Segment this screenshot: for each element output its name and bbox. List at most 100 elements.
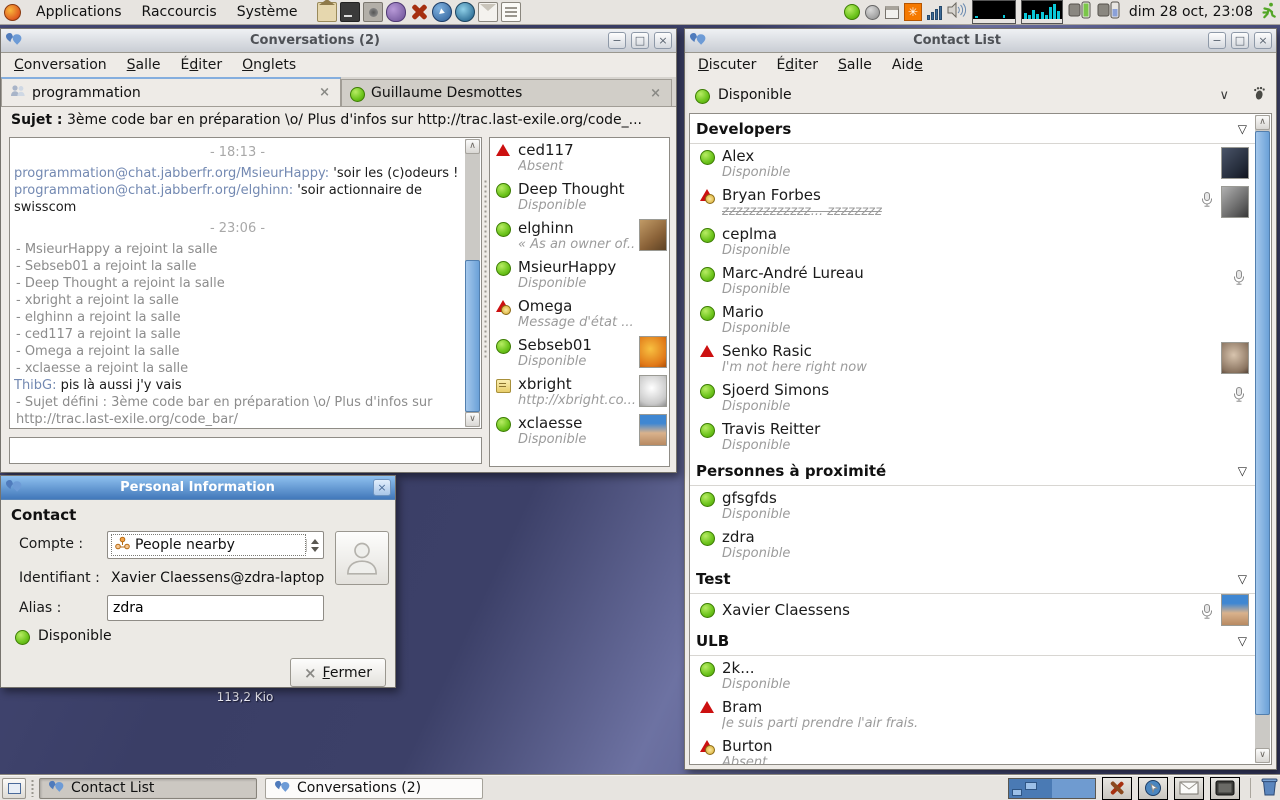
contact-row-omega[interactable]: OmegaMessage d'état ... [490, 294, 669, 333]
contact-row-alex[interactable]: AlexDisponible [690, 144, 1255, 183]
menu-onglets[interactable]: Onglets [233, 55, 305, 75]
taskbar-item-conversations-2[interactable]: Conversations (2) [265, 778, 483, 799]
notes-icon[interactable] [501, 2, 521, 22]
starburst-tray-icon[interactable]: ✳ [904, 3, 922, 21]
group-header-personnes-proximit[interactable]: Personnes à proximité▽ [690, 456, 1255, 486]
globe-icon[interactable] [455, 2, 475, 22]
scroll-down-icon[interactable]: ∨ [1255, 748, 1270, 763]
terminal-icon[interactable] [340, 2, 360, 22]
browser-tray-icon[interactable] [1138, 777, 1168, 800]
contact-row-gfsgfds[interactable]: gfsgfdsDisponible [690, 486, 1255, 525]
network-monitor-icon[interactable] [1021, 0, 1063, 24]
ubuntu-menu-icon[interactable] [4, 4, 21, 21]
scrollbar-thumb[interactable] [1255, 131, 1270, 715]
maximize-button[interactable]: □ [1231, 32, 1249, 49]
taskbar-item-contact-list[interactable]: Contact List [39, 778, 257, 799]
window-tray-icon[interactable] [885, 6, 899, 19]
workspace-2[interactable] [1052, 779, 1095, 798]
minimize-button[interactable]: − [608, 32, 626, 49]
group-header-test[interactable]: Test▽ [690, 564, 1255, 594]
browser-icon[interactable] [432, 2, 452, 22]
panel-menu-applications[interactable]: Applications [29, 2, 129, 22]
contact-row-senko-rasic[interactable]: Senko RasicI'm not here right now [690, 339, 1255, 378]
contact-row-travis-reitter[interactable]: Travis ReitterDisponible [690, 417, 1255, 456]
logout-runner-icon[interactable] [1261, 2, 1276, 23]
menu-salle[interactable]: Salle [829, 55, 881, 75]
evolution-icon[interactable] [478, 2, 498, 22]
presence-gray-tray-icon[interactable] [865, 5, 880, 20]
message-input[interactable] [9, 437, 482, 464]
account-combobox[interactable]: People nearby [107, 531, 324, 559]
workspace-switcher[interactable] [1008, 778, 1096, 799]
volume-icon[interactable] [947, 2, 967, 22]
workspace-1[interactable] [1009, 779, 1052, 798]
expander-icon[interactable]: ▽ [1238, 572, 1247, 586]
close-button[interactable]: × [373, 479, 391, 496]
taskbar-grip[interactable] [30, 779, 35, 797]
minimize-button[interactable]: − [1208, 32, 1226, 49]
contact-row-xbright[interactable]: xbrighthttp://xbright.co... [490, 372, 669, 411]
tab-guillaume-desmottes[interactable]: Guillaume Desmottes × [341, 79, 672, 106]
contact-row-zdra[interactable]: zdraDisponible [690, 525, 1255, 564]
presence-available-tray-icon[interactable] [844, 4, 860, 20]
contact-row-2k[interactable]: 2k...Disponible [690, 656, 1255, 695]
tab-programmation[interactable]: programmation × [1, 77, 341, 106]
contact-row-bryan-forbes[interactable]: Bryan Forbeszzzzzzzzzzzzz... zzzzzzzz [690, 183, 1255, 222]
screen-tray-icon[interactable] [1210, 777, 1240, 800]
contact-row-xavier-claessens[interactable]: Xavier Claessens [690, 594, 1255, 626]
contact-row-ced117[interactable]: ced117Absent [490, 138, 669, 177]
network-signal-icon[interactable] [927, 5, 942, 20]
contact-row-sjoerd-simons[interactable]: Sjoerd SimonsDisponible [690, 378, 1255, 417]
audio-icon[interactable] [363, 2, 383, 22]
desktop-icon-label[interactable]: 113,2 Kio [200, 690, 290, 704]
tab-close-icon[interactable]: × [648, 86, 663, 101]
conversations-titlebar[interactable]: Conversations (2) − □ × [1, 29, 676, 53]
expander-icon[interactable]: ▽ [1238, 122, 1247, 136]
tab-close-icon[interactable]: × [317, 85, 332, 100]
clock[interactable]: dim 28 oct, 23:08 [1126, 4, 1256, 20]
group-header-ulb[interactable]: ULB▽ [690, 626, 1255, 656]
menu-salle[interactable]: Salle [118, 55, 170, 75]
scrollbar-thumb[interactable] [465, 260, 480, 412]
menu-diter[interactable]: Éditer [767, 55, 827, 75]
contact-row-mario[interactable]: MarioDisponible [690, 300, 1255, 339]
show-desktop-button[interactable] [2, 778, 26, 799]
scroll-up-icon[interactable]: ∧ [465, 139, 480, 154]
dialog-titlebar[interactable]: Personal Information × [1, 476, 395, 500]
cpu-freq-icon-2[interactable] [1097, 1, 1121, 23]
fermer-button[interactable]: × Fermer [290, 658, 386, 687]
alias-input[interactable] [107, 595, 324, 621]
pane-splitter[interactable] [483, 179, 488, 359]
chat-scrollbar[interactable]: ∧ ∨ [465, 139, 480, 427]
contact-list-scrollbar[interactable]: ∧ ∨ [1255, 115, 1270, 763]
cpu-freq-icon-1[interactable] [1068, 1, 1092, 23]
avatar-button[interactable] [335, 531, 389, 585]
scroll-down-icon[interactable]: ∨ [465, 412, 480, 427]
menu-aide[interactable]: Aide [883, 55, 932, 75]
panel-menu-raccourcis[interactable]: Raccourcis [135, 2, 224, 22]
combo-spinner-icon[interactable] [306, 539, 320, 552]
contact-row-sebseb01[interactable]: Sebseb01Disponible [490, 333, 669, 372]
expander-icon[interactable]: ▽ [1238, 634, 1247, 648]
pidgin-icon[interactable] [386, 2, 406, 22]
menu-discuter[interactable]: Discuter [689, 55, 765, 75]
close-button[interactable]: × [654, 32, 672, 49]
contact-row-deep-thought[interactable]: Deep ThoughtDisponible [490, 177, 669, 216]
xchat-icon[interactable] [409, 2, 429, 22]
maximize-button[interactable]: □ [631, 32, 649, 49]
scroll-up-icon[interactable]: ∧ [1255, 115, 1270, 130]
contact-row-bram[interactable]: BramJe suis parti prendre l'air frais. [690, 695, 1255, 734]
panel-menu-syst-me[interactable]: Système [230, 2, 305, 22]
xchat-tray-icon[interactable] [1102, 777, 1132, 800]
mail-tray-icon[interactable] [1174, 777, 1204, 800]
home-icon[interactable] [317, 2, 337, 22]
system-monitor-icon[interactable] [972, 0, 1016, 24]
presence-selector[interactable]: Disponible ∨ [685, 81, 1276, 109]
contact-list-titlebar[interactable]: Contact List − □ × [685, 29, 1276, 53]
expander-icon[interactable]: ▽ [1238, 464, 1247, 478]
contact-row-burton[interactable]: BurtonAbsent [690, 734, 1255, 764]
trash-icon[interactable] [1261, 777, 1278, 800]
menu-diter[interactable]: Éditer [172, 55, 232, 75]
contact-row-msieurhappy[interactable]: MsieurHappyDisponible [490, 255, 669, 294]
contact-row-elghinn[interactable]: elghinn« As an owner of... [490, 216, 669, 255]
